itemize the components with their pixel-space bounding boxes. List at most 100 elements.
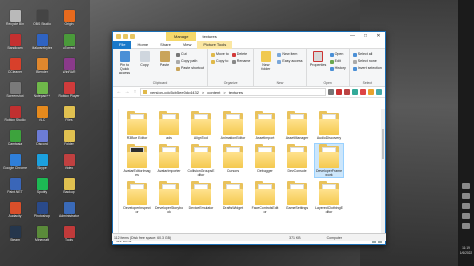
taskbar-app-icon[interactable] <box>462 183 470 189</box>
desktop-shortcut[interactable]: Paint.NET <box>2 178 28 200</box>
desktop-shortcut[interactable]: Folder <box>56 130 82 152</box>
desktop-shortcut[interactable]: Discord <box>29 130 55 152</box>
extension-icon[interactable] <box>368 89 374 95</box>
folder-item[interactable]: AudioDiscovery <box>315 111 343 140</box>
breadcrumb-segment[interactable]: textures <box>229 90 243 95</box>
desktop-shortcut[interactable]: Roblox Player <box>56 82 82 104</box>
extension-icon[interactable] <box>328 89 334 95</box>
folder-item[interactable]: LayeredClothingEditor <box>315 181 343 214</box>
folder-item[interactable]: Debugger <box>251 144 279 177</box>
paste-button[interactable]: Paste <box>156 51 173 81</box>
extension-icon[interactable] <box>336 89 342 95</box>
scroll-thumb[interactable] <box>382 129 384 159</box>
address-box[interactable]: version-cdc5cb5ee0dc4432 > content > tex… <box>140 88 326 96</box>
forward-arrow-icon[interactable]: → <box>124 89 130 95</box>
rename-button[interactable]: Rename <box>231 59 250 64</box>
taskbar-app-icon[interactable] <box>462 223 470 229</box>
folder-item[interactable]: GameSettings <box>283 181 311 214</box>
desktop-shortcut[interactable]: WinRAR <box>56 58 82 80</box>
desktop-shortcut[interactable]: Google Chrome <box>2 154 28 176</box>
up-arrow-icon[interactable]: ↑ <box>132 89 138 95</box>
breadcrumb-segment[interactable]: content <box>207 90 220 95</box>
tab-view[interactable]: View <box>177 41 198 49</box>
select-none-button[interactable]: Select none <box>352 59 382 64</box>
copy-to-button[interactable]: Copy to <box>210 59 229 64</box>
properties-button[interactable]: Properties <box>310 51 327 81</box>
history-button[interactable]: History <box>329 66 346 71</box>
desktop-shortcut[interactable]: Camtasia <box>2 130 28 152</box>
folder-item[interactable]: FaceControlsEditor <box>251 181 279 214</box>
delete-button[interactable]: Delete <box>231 52 251 57</box>
folder-item[interactable]: DraftsWidget <box>219 181 247 214</box>
taskbar-app-icon[interactable] <box>462 213 470 219</box>
new-item-button[interactable]: New item <box>277 52 302 57</box>
folder-item[interactable]: AlignTool <box>187 111 215 140</box>
desktop-shortcut[interactable]: Minecraft <box>29 226 55 248</box>
folder-item[interactable]: DevConsole <box>283 144 311 177</box>
folder-item[interactable]: DeveloperStorybook <box>155 181 183 214</box>
tab-home[interactable]: Home <box>131 41 154 49</box>
folder-item[interactable]: AvatarImporter <box>155 144 183 177</box>
desktop-shortcut[interactable]: Bandicam <box>2 34 28 56</box>
properties-icon[interactable] <box>123 34 128 39</box>
maximize-button[interactable]: □ <box>359 32 372 41</box>
close-button[interactable]: ✕ <box>372 32 385 41</box>
move-to-button[interactable]: Move to <box>210 52 229 57</box>
folder-item[interactable]: DeviceEmulator <box>187 181 215 214</box>
folder-item[interactable]: AvatarEditorImages <box>123 144 151 177</box>
desktop-shortcut[interactable]: Tools <box>56 226 82 248</box>
desktop-shortcut[interactable]: OBS Studio <box>29 10 55 32</box>
folder-item[interactable]: AssetManager <box>283 111 311 140</box>
taskbar-app-icon[interactable] <box>462 203 470 209</box>
tab-share[interactable]: Share <box>154 41 177 49</box>
desktop-shortcut[interactable]: Blender <box>29 58 55 80</box>
extension-icon[interactable] <box>352 89 358 95</box>
clock-time[interactable]: 11:19 <box>459 246 473 250</box>
extension-icon[interactable] <box>360 89 366 95</box>
cut-button[interactable]: Cut <box>176 52 204 57</box>
folder-item[interactable]: DeveloperFramework <box>314 143 344 178</box>
desktop-shortcut[interactable]: Screenshot <box>2 82 28 104</box>
desktop-shortcut[interactable]: Skype <box>29 154 55 176</box>
desktop-shortcut[interactable]: Recycle Bin <box>2 10 28 32</box>
select-all-button[interactable]: Select all <box>352 52 382 57</box>
desktop-shortcut[interactable]: Video <box>56 154 82 176</box>
desktop-shortcut[interactable]: Photoshop <box>29 202 55 224</box>
easy-access-button[interactable]: Easy access <box>277 59 303 64</box>
new-folder-icon[interactable] <box>130 34 135 39</box>
desktop-shortcut[interactable]: VLC <box>29 106 55 128</box>
folder-item[interactable]: AssetImport <box>251 111 279 140</box>
taskbar-app-icon[interactable] <box>462 193 470 199</box>
new-folder-button[interactable]: New folder <box>257 51 274 81</box>
invert-selection-button[interactable]: Invert selection <box>352 66 382 71</box>
vertical-scrollbar[interactable] <box>381 109 385 236</box>
folder-item[interactable]: ads <box>155 111 183 140</box>
open-button[interactable]: Open <box>329 52 346 57</box>
desktop-shortcut[interactable]: Audacity <box>2 202 28 224</box>
desktop-shortcut[interactable]: Notepad++ <box>29 82 55 104</box>
desktop-shortcut[interactable]: Roblox Studio <box>2 106 28 128</box>
minimize-button[interactable]: — <box>346 32 359 41</box>
folder-item[interactable]: R3Bce Editor <box>123 111 151 140</box>
folder-item[interactable]: CollisionGroupsEditor <box>187 144 215 177</box>
desktop-shortcut[interactable]: Backup <box>56 178 82 200</box>
desktop-shortcut[interactable]: Steam <box>2 226 28 248</box>
folder-item[interactable]: DeveloperInspector <box>123 181 151 214</box>
clock-date[interactable]: 1/6/2022 <box>459 251 473 255</box>
copy-path-button[interactable]: Copy path <box>176 59 204 64</box>
desktop-shortcut[interactable]: uTorrent <box>56 34 82 56</box>
desktop-shortcut[interactable]: Malwarebytes <box>29 34 55 56</box>
copy-button[interactable]: Copy <box>136 51 153 81</box>
extension-icon[interactable] <box>344 89 350 95</box>
folder-icon[interactable] <box>116 34 121 39</box>
desktop-shortcut[interactable]: Origin <box>56 10 82 32</box>
folder-item[interactable]: AnimationEditor <box>219 111 247 140</box>
breadcrumb-segment[interactable]: version-cdc5cb5ee0dc4432 <box>150 90 199 95</box>
tab-file[interactable]: File <box>113 40 132 49</box>
desktop-shortcut[interactable]: Administrator <box>56 202 82 224</box>
desktop-shortcut[interactable]: Spotify <box>29 178 55 200</box>
extension-icon[interactable] <box>376 89 382 95</box>
desktop-shortcut[interactable]: Files <box>56 106 82 128</box>
pin-to-quick-access-button[interactable]: Pin to Quick access <box>116 51 133 81</box>
desktop-shortcut[interactable]: CCleaner <box>2 58 28 80</box>
